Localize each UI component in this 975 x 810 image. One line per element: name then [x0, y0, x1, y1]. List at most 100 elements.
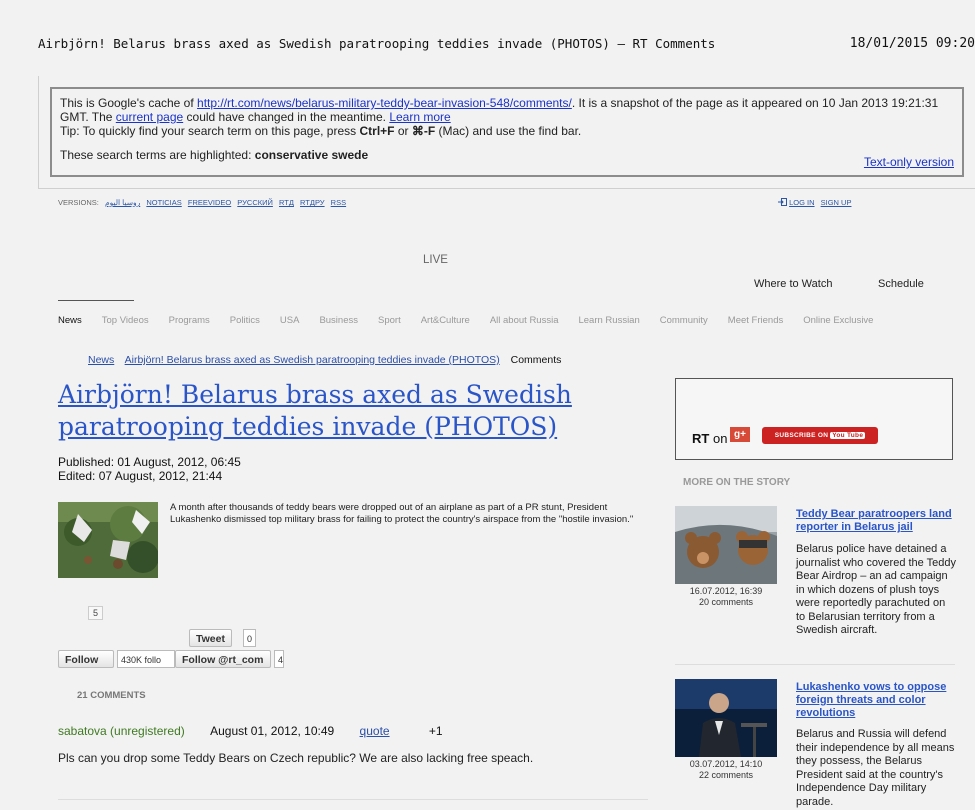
nav-item-programs[interactable]: Programs: [169, 315, 210, 326]
highlight-line: These search terms are highlighted: cons…: [60, 148, 954, 162]
cached-url-link[interactable]: http://rt.com/news/belarus-military-tedd…: [197, 96, 572, 110]
twitter-follow-button[interactable]: Follow @rt_com: [175, 650, 271, 668]
nav-item-all-about-russia[interactable]: All about Russia: [490, 315, 559, 326]
nav-item-online-exclusive[interactable]: Online Exclusive: [803, 315, 873, 326]
cache-text: could have changed in the meantime.: [183, 110, 390, 124]
subscribe-label: SUBSCRIBE ON: [774, 432, 829, 439]
comment-score[interactable]: +1: [429, 724, 443, 738]
article-title[interactable]: Airbjörn! Belarus brass axed as Swedish …: [58, 379, 618, 443]
story-thumbnail[interactable]: [675, 506, 777, 584]
story-title-link[interactable]: Lukashenko vows to oppose foreign threat…: [796, 681, 956, 720]
tip-text: or: [394, 124, 412, 138]
divider: [675, 664, 955, 665]
teddy-drop-photo: [58, 502, 158, 578]
signup-link[interactable]: SIGN UP: [821, 198, 852, 207]
versions-bar: VERSIONS: روسيا اليوم NOTICIAS FREEVIDEO…: [58, 198, 346, 207]
lukashenko-photo: [675, 679, 777, 757]
story-summary: Belarus police have detained a journalis…: [796, 543, 957, 636]
breadcrumb-news[interactable]: News: [88, 354, 114, 366]
teddy-bears-plane-photo: [675, 506, 777, 584]
where-to-watch-link[interactable]: Where to Watch: [754, 278, 832, 290]
youtube-logo: You Tube: [830, 432, 866, 439]
version-rss[interactable]: RSS: [331, 198, 346, 207]
main-nav: News Top Videos Programs Politics USA Busines…: [58, 315, 893, 326]
nav-item-sport[interactable]: Sport: [378, 315, 401, 326]
breadcrumb-current: Comments: [510, 354, 562, 366]
twitter-follow-count: 4: [274, 650, 284, 668]
nav-item-community[interactable]: Community: [660, 315, 708, 326]
text-only-version-link[interactable]: Text-only version: [864, 155, 954, 169]
cache-notice: This is Google's cache of http://rt.com/…: [50, 87, 964, 177]
tip-shortcut-mac: ⌘-F: [411, 124, 436, 138]
current-page-link[interactable]: current page: [116, 110, 183, 124]
comment-meta: sabatova (unregistered) August 01, 2012,…: [58, 724, 443, 738]
version-russian[interactable]: РУССКИЙ: [237, 198, 273, 207]
story-date-text: 16.07.2012, 16:39: [689, 586, 763, 596]
rt-social-box: RT on g+ SUBSCRIBE ON You Tube: [675, 378, 953, 460]
nav-item-learn-russian[interactable]: Learn Russian: [578, 315, 639, 326]
google-plus-icon[interactable]: g+: [730, 427, 750, 442]
story-comment-count[interactable]: 20 comments: [671, 597, 781, 608]
story-title-link[interactable]: Teddy Bear paratroopers land reporter in…: [796, 508, 956, 534]
quote-button[interactable]: quote: [360, 724, 390, 738]
article-lead: A month after thousands of teddy bears w…: [170, 502, 634, 525]
highlight-label: These search terms are highlighted:: [60, 148, 255, 162]
nav-item-art-culture[interactable]: Art&Culture: [421, 315, 470, 326]
window-date: 18/01/2015 09:20: [849, 36, 975, 51]
tip-shortcut: Ctrl+F: [359, 124, 395, 138]
highlight-terms: conservative swede: [254, 148, 369, 162]
facebook-follow-button[interactable]: Follow: [58, 650, 114, 668]
schedule-link[interactable]: Schedule: [878, 278, 924, 290]
share-count: 5: [88, 606, 104, 620]
versions-label: VERSIONS:: [58, 198, 99, 207]
comment-author: sabatova (unregistered): [58, 724, 185, 738]
comment-text: Pls can you drop some Teddy Bears on Cze…: [58, 751, 534, 765]
nav-item-news[interactable]: News: [58, 315, 82, 326]
rt-on-label: RT on: [692, 431, 727, 446]
window-title: Airbjörn! Belarus brass axed as Swedish …: [38, 36, 716, 51]
login-link[interactable]: LOG IN: [789, 198, 814, 207]
version-noticias[interactable]: NOTICIAS: [146, 198, 181, 207]
version-arabic[interactable]: روسيا اليوم: [105, 198, 140, 207]
story-thumbnail[interactable]: [675, 679, 777, 757]
nav-item-meet-friends[interactable]: Meet Friends: [728, 315, 783, 326]
live-link[interactable]: LIVE: [423, 254, 448, 266]
tweet-button[interactable]: Tweet: [189, 629, 232, 647]
version-rtdru[interactable]: RTДРУ: [300, 198, 325, 207]
version-freevideo[interactable]: FREEVIDEO: [188, 198, 231, 207]
auth-links: LOG IN SIGN UP: [778, 198, 851, 207]
comments-header: 21 COMMENTS: [77, 690, 146, 701]
more-on-story-header: MORE ON THE STORY: [683, 477, 791, 488]
story-date: 16.07.2012, 16:39 20 comments: [671, 586, 781, 608]
version-rtd[interactable]: RTД: [279, 198, 294, 207]
story-date-text: 03.07.2012, 14:10: [689, 759, 763, 769]
breadcrumb: News Airbjörn! Belarus brass axed as Swe…: [88, 354, 561, 366]
tip-line: Tip: To quickly find your search term on…: [60, 124, 954, 138]
story-comment-count[interactable]: 22 comments: [671, 770, 781, 781]
nav-item-usa[interactable]: USA: [280, 315, 300, 326]
tip-text: (Mac) and use the find bar.: [435, 124, 582, 138]
cache-notice-line: This is Google's cache of http://rt.com/…: [60, 96, 954, 124]
tip-text: Tip: To quickly find your search term on…: [60, 124, 360, 138]
story-summary: Belarus and Russia will defend their ind…: [796, 728, 955, 808]
tweet-count: 0: [243, 629, 257, 647]
on-label: on: [712, 431, 728, 446]
comment-date: August 01, 2012, 10:49: [210, 724, 335, 738]
nav-item-top-videos[interactable]: Top Videos: [102, 315, 149, 326]
cache-text: This is Google's cache of: [60, 96, 198, 110]
breadcrumb-article[interactable]: Airbjörn! Belarus brass axed as Swedish …: [125, 354, 500, 366]
rt-label: RT: [692, 431, 710, 446]
nav-item-politics[interactable]: Politics: [230, 315, 260, 326]
nav-item-business[interactable]: Business: [319, 315, 358, 326]
edited-date: Edited: 07 August, 2012, 21:44: [58, 469, 223, 483]
story-date: 03.07.2012, 14:10 22 comments: [671, 759, 781, 781]
nav-active-indicator: [58, 300, 134, 301]
follower-count: 430K follo: [117, 650, 175, 668]
youtube-subscribe-button[interactable]: SUBSCRIBE ON You Tube: [762, 427, 878, 444]
divider: [58, 799, 648, 800]
login-icon: [778, 198, 787, 206]
article-thumbnail[interactable]: [58, 502, 158, 578]
learn-more-link[interactable]: Learn more: [389, 110, 450, 124]
article-meta: Published: 01 August, 2012, 06:45 Edited…: [58, 455, 241, 483]
published-date: Published: 01 August, 2012, 06:45: [58, 455, 241, 469]
